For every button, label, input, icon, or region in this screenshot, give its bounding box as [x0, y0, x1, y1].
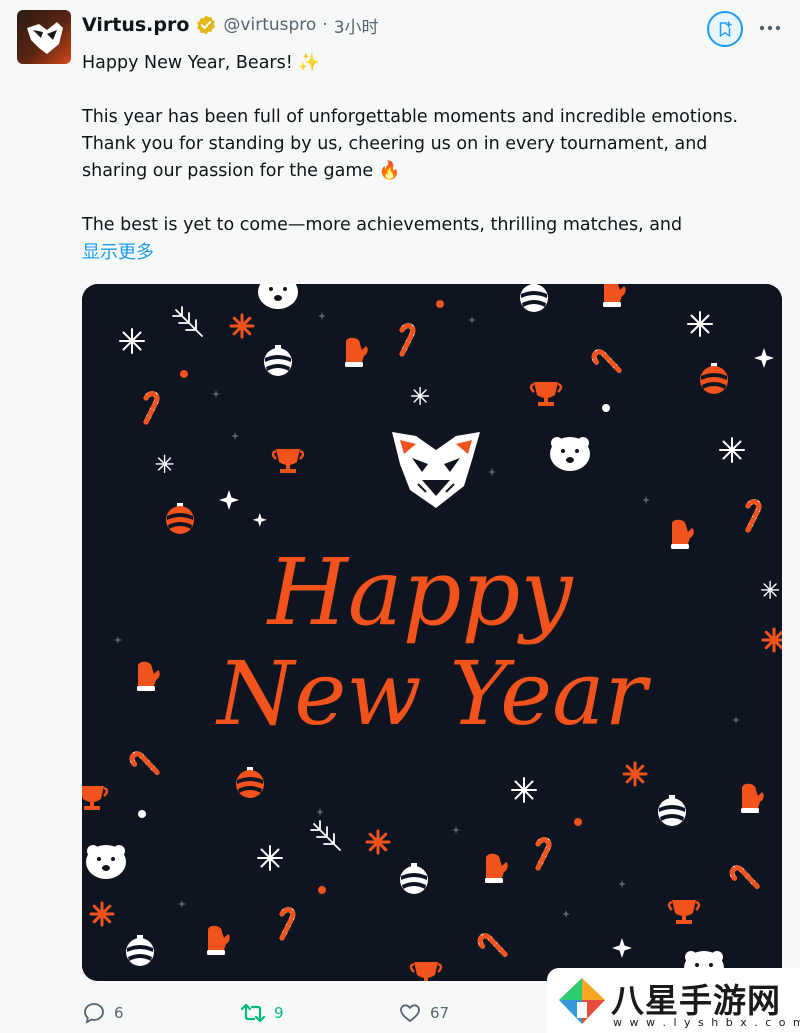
- reply-count: 6: [114, 1004, 124, 1022]
- greeting-new-year: New Year: [215, 642, 651, 745]
- snowflake-icon: [511, 777, 537, 803]
- more-options-button[interactable]: [757, 15, 783, 41]
- greeting-happy: Happy: [266, 539, 574, 646]
- watermark-url: w w w . l y s h b x . c o m: [613, 1016, 800, 1029]
- orange-snowflake-icon: [229, 313, 255, 339]
- snowflake-icon: [119, 328, 145, 354]
- virtuspro-logo-icon: [27, 22, 63, 54]
- bookmark-button[interactable]: [707, 11, 743, 47]
- tweet-header: Virtus.pro @virtuspro · 3小时: [82, 10, 379, 40]
- like-count: 67: [430, 1004, 450, 1022]
- site-watermark: 八星手游网 w w w . l y s h b x . c o m: [547, 968, 800, 1033]
- bear-icon: [550, 437, 590, 471]
- snowflake-icon: [687, 311, 713, 337]
- retweet-button[interactable]: 9: [240, 998, 284, 1028]
- tweet-timestamp[interactable]: 3小时: [334, 13, 379, 38]
- heart-icon: [400, 1004, 420, 1022]
- snowflake-icon: [761, 580, 780, 599]
- author-avatar[interactable]: [17, 10, 71, 64]
- tweet-line: Thank you for standing by us, cheering u…: [82, 134, 708, 154]
- author-handle[interactable]: @virtuspro: [223, 15, 316, 35]
- bear-icon: [86, 845, 126, 879]
- ornament-icon: [520, 284, 548, 312]
- show-more-link[interactable]: 显示更多: [82, 239, 782, 266]
- snowflake-icon: [719, 437, 745, 463]
- author-name[interactable]: Virtus.pro: [82, 14, 189, 36]
- orange-snowflake-icon: [365, 829, 391, 855]
- watermark-text: 八星手游网: [611, 981, 781, 1020]
- tweet-line: This year has been full of unforgettable…: [82, 107, 739, 127]
- reply-icon: [84, 1003, 104, 1024]
- tweet-line: The best is yet to come—more achievement…: [82, 215, 683, 235]
- verified-badge-icon: [197, 15, 216, 35]
- tweet-media-image[interactable]: Happy New Year: [82, 284, 782, 981]
- orange-snowflake-icon: [89, 901, 115, 927]
- separator-dot: ·: [322, 15, 328, 35]
- orange-snowflake-icon: [622, 761, 648, 787]
- tweet-text: Happy New Year, Bears! ✨ This year has b…: [82, 50, 782, 266]
- like-button[interactable]: 67: [398, 998, 449, 1028]
- reply-button[interactable]: 6: [82, 998, 124, 1028]
- bookmark-add-icon: [719, 21, 732, 38]
- retweet-icon: [240, 1003, 266, 1023]
- snowflake-icon: [257, 845, 283, 871]
- tweet-line: Happy New Year, Bears! ✨: [82, 53, 321, 73]
- more-dots-icon: [759, 25, 781, 31]
- tweet-line: sharing our passion for the game 🔥: [82, 161, 401, 181]
- new-year-card: Happy New Year: [82, 284, 782, 981]
- retweet-count: 9: [274, 1004, 284, 1022]
- snowflake-icon: [410, 386, 430, 406]
- watermark-logo-icon: [559, 978, 605, 1024]
- snowflake-icon: [155, 454, 174, 473]
